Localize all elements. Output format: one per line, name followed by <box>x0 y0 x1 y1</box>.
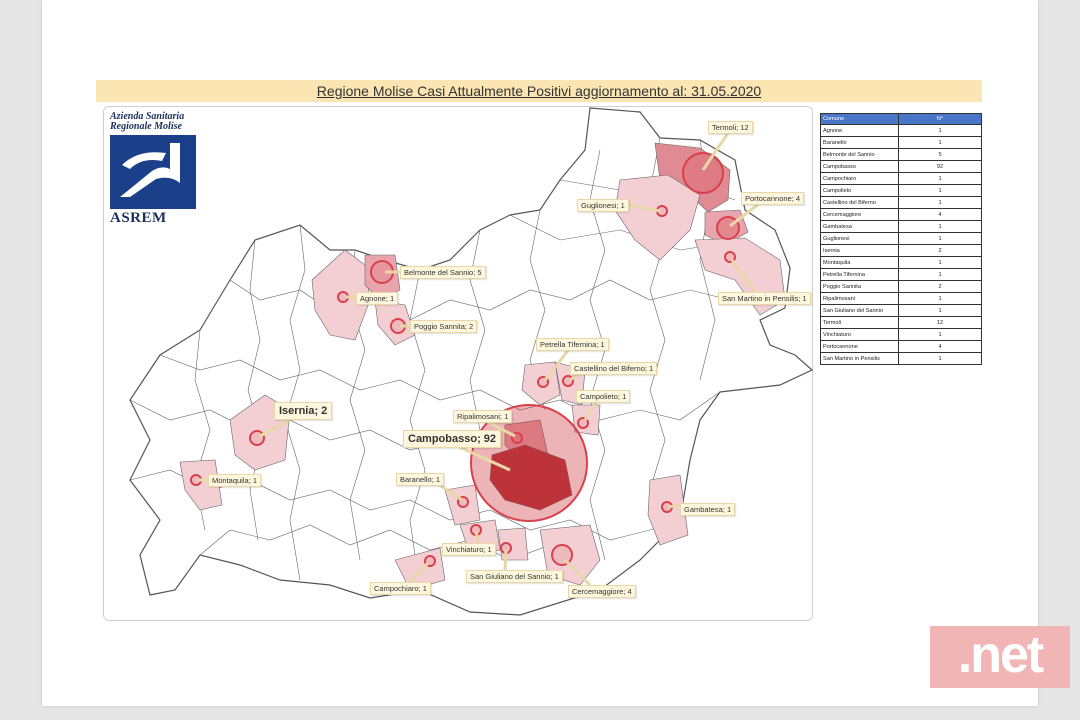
table-row: San Giuliano del Sannio 1 <box>820 304 982 317</box>
cell-count: 1 <box>898 328 982 341</box>
cell-comune: Ripalimosani <box>820 292 899 305</box>
cell-count: 1 <box>898 352 982 365</box>
asrem-logo: Azienda Sanitaria Regionale Molise ASREM <box>110 112 200 227</box>
callout-montaquila: Montaquila; 1 <box>208 474 262 487</box>
cell-comune: San Giuliano del Sannio <box>820 304 899 317</box>
table-row: San Martino in Pensilis 1 <box>820 352 982 365</box>
cell-comune: Castellino del Biferno <box>820 196 899 209</box>
cell-count: 4 <box>898 340 982 353</box>
callout-poggio: Poggio Sannita; 2 <box>410 320 478 333</box>
table-row: Campochiaro 1 <box>820 172 982 185</box>
circle-termoli <box>682 152 724 194</box>
cell-comune: Poggio Sannita <box>820 280 899 293</box>
callout-gambatesa: Gambatesa; 1 <box>680 503 736 516</box>
table-row: Termoli 12 <box>820 316 982 329</box>
table-row: Petrella Tifernina 1 <box>820 268 982 281</box>
cell-count: 1 <box>898 256 982 269</box>
callout-ripalimosani: Ripalimosani; 1 <box>453 410 513 423</box>
cell-comune: Agnone <box>820 124 899 137</box>
callout-castellino: Castellino del Biferno; 1 <box>570 362 658 375</box>
cell-count: 1 <box>898 172 982 185</box>
logo-line2: Regionale Molise <box>110 121 182 132</box>
table-header-row: Comune N° <box>820 113 982 125</box>
cell-count: 2 <box>898 244 982 257</box>
callout-campolieto: Campolieto; 1 <box>576 390 631 403</box>
callout-portocannone: Portocannone; 4 <box>741 192 805 205</box>
cell-comune: Termoli <box>820 316 899 329</box>
cell-comune: Montaquila <box>820 256 899 269</box>
cell-comune: Isernia <box>820 244 899 257</box>
cell-count: 1 <box>898 232 982 245</box>
table-row: Guglionesi 1 <box>820 232 982 245</box>
cell-count: 92 <box>898 160 982 173</box>
callout-san-martino: San Martino in Pensilis; 1 <box>718 292 811 305</box>
logo-name: ASREM <box>110 210 167 226</box>
callout-guglionesi: Guglionesi; 1 <box>577 199 629 212</box>
callout-vinchiaturo: Vinchiaturo; 1 <box>442 543 496 556</box>
cell-comune: Cercemaggiore <box>820 208 899 221</box>
cell-count: 1 <box>898 136 982 149</box>
cell-comune: San Martino in Pensilis <box>820 352 899 365</box>
cell-comune: Portocannone <box>820 340 899 353</box>
callout-campobasso: Campobasso; 92 <box>403 430 502 448</box>
cell-comune: Campobasso <box>820 160 899 173</box>
watermark-logo: .net <box>930 626 1070 688</box>
callout-termoli: Termoli; 12 <box>708 121 753 134</box>
table-row: Ripalimosani 1 <box>820 292 982 305</box>
cell-count: 1 <box>898 124 982 137</box>
circle-isernia <box>249 430 265 446</box>
callout-isernia: Isernia; 2 <box>274 402 333 420</box>
table-row: Campobasso 92 <box>820 160 982 173</box>
callout-san-giuliano: San Giuliano del Sannio; 1 <box>466 570 563 583</box>
callout-cercemaggiore: Cercemaggiore; 4 <box>568 585 636 598</box>
table-row: Gambatesa 1 <box>820 220 982 233</box>
callout-belmonte: Belmonte del Sannio; 5 <box>400 266 486 279</box>
cell-count: 1 <box>898 292 982 305</box>
cell-comune: Baranello <box>820 136 899 149</box>
table-row: Belmonte del Sannio 5 <box>820 148 982 161</box>
table-row: Montaquila 1 <box>820 256 982 269</box>
table-row: Agnone 1 <box>820 124 982 137</box>
cases-table: Comune N° Agnone 1 Baranello 1 Belmonte de… <box>820 113 982 365</box>
table-row: Isernia 2 <box>820 244 982 257</box>
cell-count: 12 <box>898 316 982 329</box>
cell-comune: Petrella Tifernina <box>820 268 899 281</box>
cell-comune: Campochiaro <box>820 172 899 185</box>
cell-comune: Guglionesi <box>820 232 899 245</box>
table-row: Campolieto 1 <box>820 184 982 197</box>
cell-count: 5 <box>898 148 982 161</box>
callout-petrella: Petrella Tifernina; 1 <box>536 338 609 351</box>
cell-comune: Gambatesa <box>820 220 899 233</box>
asrem-emblem-icon <box>110 135 196 209</box>
callout-agnone: Agnone; 1 <box>356 292 399 305</box>
callout-campochiaro: Campochiaro; 1 <box>370 582 431 595</box>
callout-baranello: Baranello; 1 <box>396 473 445 486</box>
column-header-comune: Comune <box>820 113 899 125</box>
table-row: Cercemaggiore 4 <box>820 208 982 221</box>
cell-count: 1 <box>898 220 982 233</box>
cell-comune: Campolieto <box>820 184 899 197</box>
cell-comune: Vinchiaturo <box>820 328 899 341</box>
table-row: Portocannone 4 <box>820 340 982 353</box>
cell-count: 4 <box>898 208 982 221</box>
cell-count: 2 <box>898 280 982 293</box>
cell-count: 1 <box>898 196 982 209</box>
table-row: Vinchiaturo 1 <box>820 328 982 341</box>
cell-count: 1 <box>898 304 982 317</box>
table-row: Poggio Sannita 2 <box>820 280 982 293</box>
cell-comune: Belmonte del Sannio <box>820 148 899 161</box>
cell-count: 1 <box>898 184 982 197</box>
table-row: Baranello 1 <box>820 136 982 149</box>
column-header-count: N° <box>898 113 982 125</box>
table-row: Castellino del Biferno 1 <box>820 196 982 209</box>
cell-count: 1 <box>898 268 982 281</box>
